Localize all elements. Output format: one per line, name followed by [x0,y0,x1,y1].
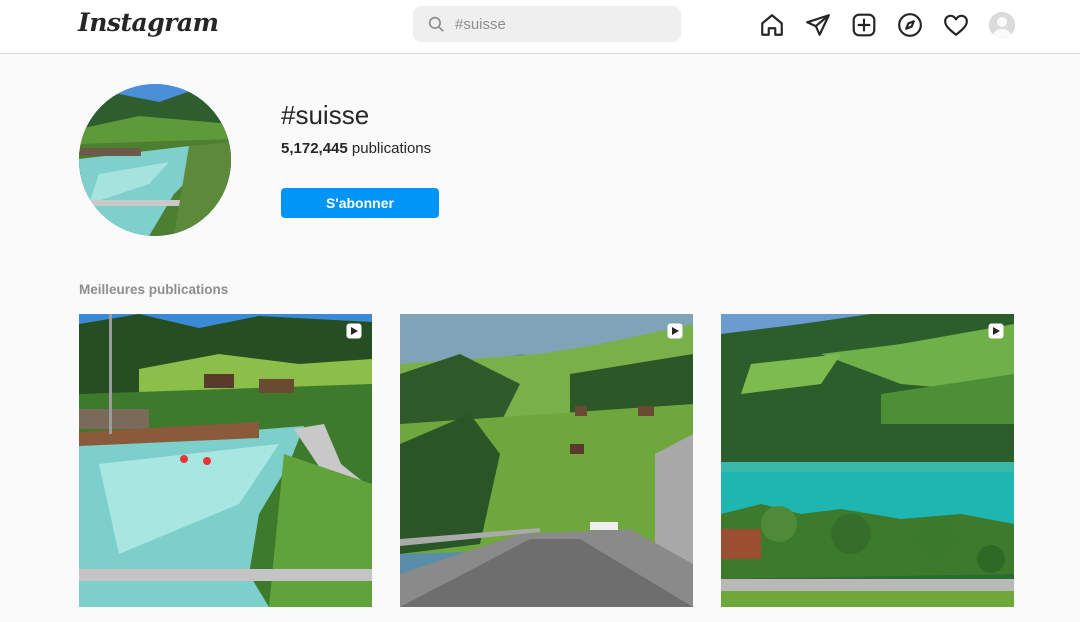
search-input[interactable] [455,6,675,42]
activity-heart-icon[interactable] [943,12,969,38]
new-post-icon[interactable] [851,12,877,38]
top-posts-heading: Meilleures publications [79,282,229,297]
reel-icon [988,323,1004,339]
explore-icon[interactable] [897,12,923,38]
post-tile[interactable] [400,314,693,607]
reel-icon [667,323,683,339]
post-tile[interactable] [721,314,1014,607]
reel-icon [346,323,362,339]
search-box[interactable] [413,6,681,42]
hashtag-image [79,84,231,236]
post-tile[interactable] [79,314,372,607]
home-icon[interactable] [759,12,785,38]
top-nav-bar: Instagram [0,0,1080,54]
profile-avatar[interactable] [989,12,1015,38]
post-count: 5,172,445 publications [281,140,431,157]
post-image [400,314,693,607]
hashtag-title: #suisse [281,100,370,130]
direct-send-icon[interactable] [805,12,831,38]
search-icon [428,16,444,32]
post-count-value: 5,172,445 [281,140,348,157]
post-image [79,314,372,607]
post-count-label: publications [351,140,432,157]
follow-button[interactable]: S'abonner [281,188,439,218]
instagram-logo[interactable]: Instagram [78,8,219,37]
post-image [721,314,1014,607]
